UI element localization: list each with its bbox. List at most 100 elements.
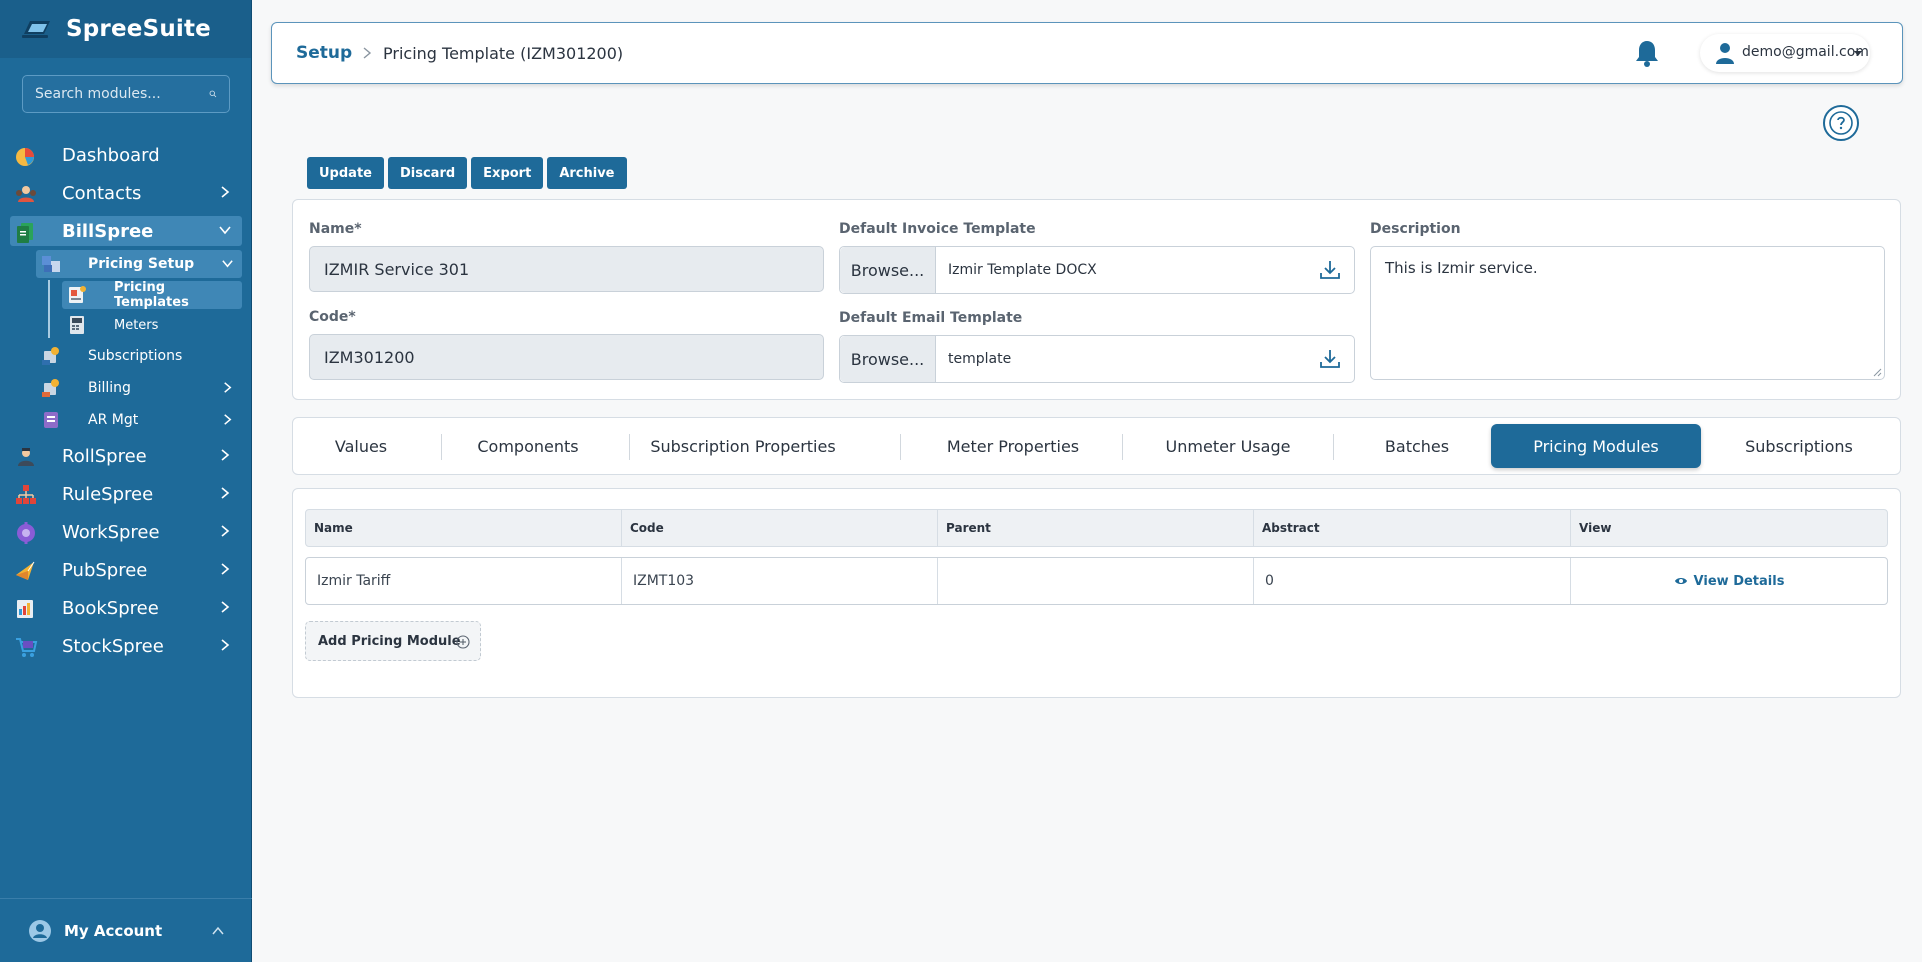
invoice-template-label: Default Invoice Template	[839, 221, 1036, 237]
action-toolbar: Update Discard Export Archive	[307, 157, 627, 189]
tab-components[interactable]: Components	[443, 418, 613, 474]
resize-handle-icon[interactable]	[1873, 368, 1882, 377]
update-button[interactable]: Update	[307, 157, 384, 189]
code-field[interactable]: IZM301200	[309, 334, 824, 380]
add-pricing-module-button[interactable]: Add Pricing Module	[305, 621, 481, 661]
tab-meter-properties[interactable]: Meter Properties	[903, 418, 1123, 474]
table-row[interactable]: Izmir Tariff IZMT103 0 View Details	[305, 557, 1888, 605]
help-icon[interactable]	[1822, 104, 1860, 142]
nav-billspree[interactable]: BillSpree	[10, 216, 242, 246]
nav-billing[interactable]: Billing	[36, 374, 242, 402]
billing-icon	[42, 379, 59, 397]
tab-unmeter-usage[interactable]: Unmeter Usage	[1125, 418, 1331, 474]
nav-label: Meters	[114, 317, 159, 333]
account-label: My Account	[64, 922, 163, 940]
stockspree-cart-icon	[16, 638, 38, 657]
rulespree-hierarchy-icon	[16, 485, 36, 504]
tab-bar: Values Components Subscription Propertie…	[292, 417, 1901, 475]
contacts-people-icon	[16, 186, 36, 202]
nav-rollspree[interactable]: RollSpree	[10, 441, 242, 471]
column-header-code: Code	[622, 510, 938, 546]
description-text: This is Izmir service.	[1385, 259, 1538, 277]
module-search[interactable]	[22, 75, 230, 113]
invoice-browse-button[interactable]: Browse...	[840, 247, 936, 293]
nav-stockspree[interactable]: StockSpree	[10, 631, 242, 661]
nav-label: PubSpree	[62, 559, 148, 581]
nav-dashboard[interactable]: Dashboard	[10, 140, 242, 170]
nav-meters[interactable]: Meters	[62, 311, 242, 339]
discard-button[interactable]: Discard	[387, 157, 468, 189]
tab-divider	[629, 434, 630, 460]
nav-pubspree[interactable]: PubSpree	[10, 555, 242, 585]
description-textarea[interactable]: This is Izmir service.	[1370, 246, 1885, 380]
download-icon[interactable]	[1318, 258, 1342, 282]
bookspree-ledger-icon	[17, 600, 33, 618]
nav-label: Dashboard	[62, 144, 160, 166]
nav-label: WorkSpree	[62, 521, 160, 543]
chevron-right-icon	[221, 186, 230, 198]
nav-label: Subscriptions	[88, 348, 183, 364]
tab-batches[interactable]: Batches	[1337, 418, 1497, 474]
cell-code: IZMT103	[622, 558, 938, 604]
tab-subscriptions[interactable]: Subscriptions	[1711, 418, 1887, 474]
subscriptions-icon	[42, 347, 59, 365]
chevron-up-icon	[212, 926, 224, 935]
my-account[interactable]: My Account	[0, 898, 252, 962]
breadcrumb-chevron-icon	[363, 47, 372, 59]
tab-divider	[441, 434, 442, 460]
user-email: demo@gmail.com	[1742, 44, 1869, 60]
app-name: SpreeSuite	[66, 16, 211, 42]
ar-mgt-icon	[44, 412, 58, 428]
column-header-abstract: Abstract	[1254, 510, 1571, 546]
cell-view: View Details	[1571, 558, 1887, 604]
view-details-link[interactable]: View Details	[1674, 573, 1785, 589]
nav-label: BillSpree	[62, 220, 154, 242]
search-icon[interactable]	[209, 86, 217, 102]
nav-subscriptions[interactable]: Subscriptions	[36, 342, 242, 370]
nav-label: RuleSpree	[62, 483, 154, 505]
nav-label: AR Mgt	[88, 412, 139, 428]
nav-pricing-templates[interactable]: Pricing Templates	[62, 280, 242, 310]
nav-label: Contacts	[62, 182, 142, 204]
code-label: Code*	[309, 309, 356, 325]
breadcrumb-setup[interactable]: Setup	[296, 43, 352, 63]
table-header: Name Code Parent Abstract View	[305, 509, 1888, 547]
column-header-name: Name	[306, 510, 622, 546]
tab-divider	[1333, 434, 1334, 460]
rollspree-worker-icon	[18, 448, 34, 466]
sidebar: SpreeSuite Dashboard Contacts	[0, 0, 252, 962]
pricing-modules-card: Name Code Parent Abstract View Izmir Tar…	[292, 488, 1901, 698]
nav-workspree[interactable]: WorkSpree	[10, 517, 242, 547]
dashboard-pie-icon	[16, 148, 34, 166]
cell-name: Izmir Tariff	[306, 558, 622, 604]
nav-label: Pricing Setup	[88, 256, 195, 272]
nav-rulespree[interactable]: RuleSpree	[10, 479, 242, 509]
nav-contacts[interactable]: Contacts	[10, 178, 242, 208]
invoice-template-file: Browse... Izmir Template DOCX	[839, 246, 1355, 294]
nav-label: BookSpree	[62, 597, 159, 619]
notification-bell-icon[interactable]	[1634, 39, 1660, 67]
export-button[interactable]: Export	[471, 157, 544, 189]
user-menu-button[interactable]: demo@gmail.com	[1700, 34, 1870, 72]
nav-bookspree[interactable]: BookSpree	[10, 593, 242, 623]
name-field[interactable]: IZMIR Service 301	[309, 246, 824, 292]
download-icon[interactable]	[1318, 347, 1342, 371]
view-details-label: View Details	[1693, 573, 1785, 589]
archive-button[interactable]: Archive	[547, 157, 627, 189]
pubspree-megaphone-icon	[16, 561, 35, 580]
eye-icon	[1674, 578, 1687, 584]
chevron-right-icon	[221, 601, 230, 613]
email-browse-button[interactable]: Browse...	[840, 336, 936, 382]
email-template-label: Default Email Template	[839, 310, 1023, 326]
nav-label: RollSpree	[62, 445, 147, 467]
tab-pricing-modules[interactable]: Pricing Modules	[1491, 424, 1701, 468]
module-search-input[interactable]	[35, 86, 209, 102]
chevron-right-icon	[221, 639, 230, 651]
nav-label: Pricing Templates	[114, 280, 189, 310]
tab-subscription-properties[interactable]: Subscription Properties	[633, 418, 853, 474]
brand[interactable]: SpreeSuite	[0, 0, 251, 58]
nav-ar-mgt[interactable]: AR Mgt	[36, 406, 242, 434]
tab-values[interactable]: Values	[311, 418, 411, 474]
chevron-down-icon	[219, 226, 231, 235]
nav-pricing-setup[interactable]: Pricing Setup	[36, 250, 242, 278]
